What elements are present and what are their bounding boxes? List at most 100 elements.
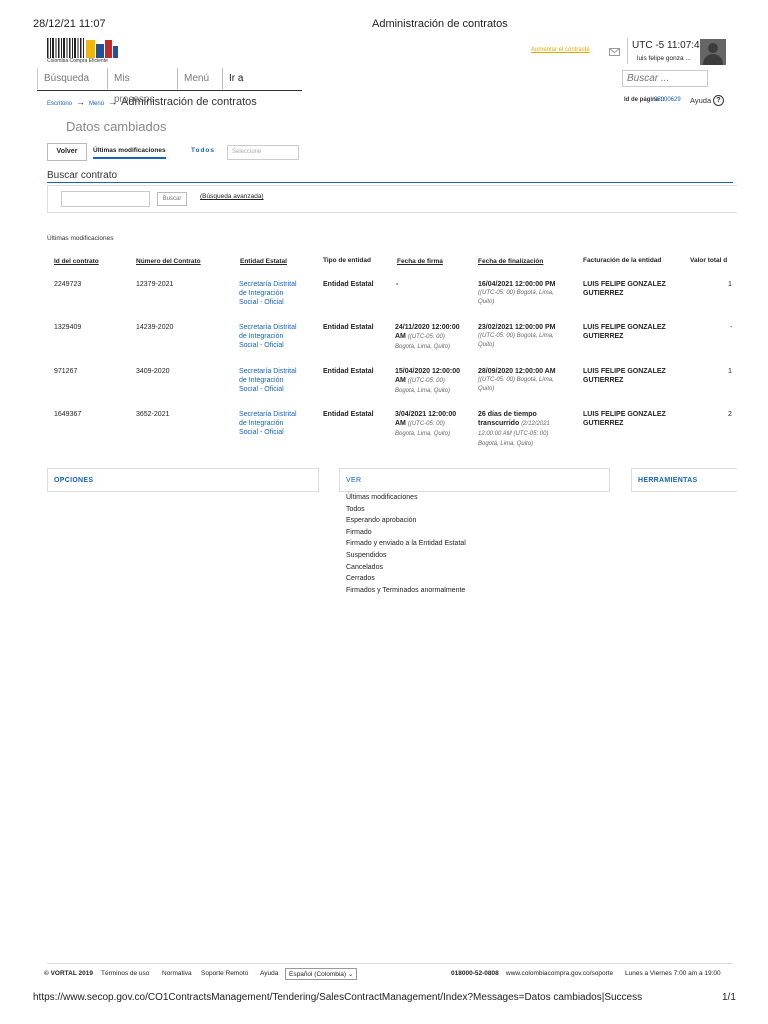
row3-number: 3409-2020 [136,368,170,375]
help-link[interactable]: Ayuda [690,96,711,105]
nav-mis-procesos[interactable]: Mis procesos [107,68,177,105]
back-button[interactable]: Volver [47,143,87,161]
colombia-compra-logo[interactable]: Colombia Compra Eficiente [47,38,119,66]
col-header-billing: Facturación de la entidad [583,257,662,264]
row4-entity[interactable]: Secretaría Distrital de Integración Soci… [239,410,303,437]
tab-last-modifications[interactable]: Últimas modificaciones [93,147,166,159]
footer-support-url[interactable]: www.colombiacompra.gov.co/soporte [506,970,613,977]
options-panel[interactable]: OPCIONES [47,468,319,492]
view-list: Últimas modificaciones Todos Esperando a… [346,492,466,596]
col-header-sign-date[interactable]: Fecha de firma [397,258,443,265]
footer-divider [47,963,733,964]
advanced-search-link[interactable]: (Búsqueda avanzada) [200,193,264,200]
view-item-last-modifications[interactable]: Últimas modificaciones [346,492,466,504]
row3-billing: LUIS FELIPE GONZALEZ GUTIERREZ [583,368,666,384]
row2-billing: LUIS FELIPE GONZALEZ GUTIERREZ [583,324,666,340]
view-item-suspended[interactable]: Suspendidos [346,550,466,562]
language-label: Español (Colombia) [289,971,347,978]
col-header-type: Tipo de entidad [323,257,371,264]
top-search-input[interactable] [622,70,708,87]
row3-entity[interactable]: Secretaría Distrital de Integración Soci… [239,367,303,394]
view-panel[interactable]: VER [339,468,610,492]
view-item-all[interactable]: Todos [346,504,466,516]
contrast-link[interactable]: Aumentar el contraste [531,47,590,53]
row1-entity[interactable]: Secretaría Distrital de Integración Soci… [239,280,303,307]
header-divider [627,38,628,64]
row3-end-note: ((UTC-05: 00) Bogotá, Lima, Quito) [478,377,554,392]
state-select[interactable]: Seleccione [227,145,299,160]
col-header-number[interactable]: Número del Contrato [136,258,201,265]
tab-all[interactable]: Todos [191,147,215,154]
col-header-entity[interactable]: Entidad Estatal [240,258,287,265]
nav-ir-a[interactable]: Ir a [222,68,302,89]
print-url: https://www.secop.gov.co/CO1ContractsMan… [33,992,643,1003]
tools-panel[interactable]: HERRAMIENTAS [631,468,737,492]
view-item-terminated[interactable]: Firmados y Terminados anormalmente [346,585,466,597]
logo-label: Colombia Compra Eficiente [47,58,108,64]
arrow-right-icon: → [76,97,86,107]
footer-remote-support-link[interactable]: Soporte Remoto [201,970,248,977]
row2-end-note: ((UTC-05: 00) Bogotá, Lima, Quito) [478,333,554,348]
footer-copyright: © VORTAL 2019 [44,970,93,977]
row1-number: 12379-2021 [136,281,174,288]
avatar-body-icon [703,54,723,65]
search-divider [47,182,733,183]
user-name[interactable]: luis felipe gonza ... [637,55,691,62]
row4-number: 3652-2021 [136,411,170,418]
utc-clock: UTC -5 11:07:44 [632,40,706,51]
row3-id[interactable]: 971267 [54,367,77,376]
print-title: Administración de contratos [372,18,508,30]
row1-type: Entidad Estatal [323,281,374,288]
col-header-end-date[interactable]: Fecha de finalización [478,258,543,265]
footer-terms-link[interactable]: Términos de uso [101,970,149,977]
row3-type: Entidad Estatal [323,368,374,375]
print-datetime: 28/12/21 11:07 [33,18,106,30]
avatar-head-icon [708,43,718,53]
col-header-id[interactable]: Id del contrato [54,258,99,265]
row4-sign: 3/04/2021 12:00:00 AM ((UTC-05: 00) Bogo… [395,410,467,439]
footer-rules-link[interactable]: Normativa [162,970,192,977]
nav-busqueda[interactable]: Búsqueda [37,68,107,89]
breadcrumb-menu[interactable]: Menú [89,101,104,107]
row2-number: 14239-2020 [136,324,174,331]
row3-end: 28/09/2020 12:00:00 AM ((UTC-05: 00) Bogo… [478,367,570,394]
logo-barcode-icon [47,38,118,58]
row2-entity[interactable]: Secretaría Distrital de Integración Soci… [239,323,303,350]
view-item-closed[interactable]: Cerrados [346,573,466,585]
search-contract-title: Buscar contrato [47,170,118,181]
row3-sign: 15/04/2020 12:00:00 AM ((UTC-05: 00) Bog… [395,367,467,396]
row1-id[interactable]: 2249723 [54,280,81,289]
row1-sign: - [396,281,399,288]
breadcrumb-home[interactable]: Escritorio [47,101,72,107]
row3-end-date: 28/09/2020 12:00:00 AM [478,368,556,375]
contract-search-input[interactable] [61,191,150,207]
nav-menu[interactable]: Menú [177,68,222,89]
chevron-down-icon: ⌄ [347,971,354,978]
table-caption: Últimas modificaciones [47,235,114,242]
row2-id[interactable]: 1329409 [54,323,81,332]
row1-end-date: 16/04/2021 12:00:00 PM [478,281,556,288]
row4-billing: LUIS FELIPE GONZALEZ GUTIERREZ [583,411,666,427]
row4-end: 26 días de tiempo transcurrido (2/12/202… [478,410,564,449]
row1-billing: LUIS FELIPE GONZALEZ GUTIERREZ [583,281,666,297]
row2-sign: 24/11/2020 12:00:00 AM ((UTC-05: 00) Bog… [395,323,467,352]
row2-value: - [730,324,733,331]
row1-end-note: ((UTC-05: 00) Bogotá, Lima, Quito) [478,290,554,305]
mail-icon[interactable] [609,48,620,56]
view-item-awaiting-approval[interactable]: Esperando aprobación [346,515,466,527]
footer-help-link[interactable]: Ayuda [260,970,278,977]
row4-value: 2 [728,411,732,418]
row3-value: 1 [728,368,732,375]
view-item-signed[interactable]: Firmado [346,527,466,539]
search-panel [47,185,737,213]
view-item-signed-sent[interactable]: Firmado y enviado a la Entidad Estatal [346,538,466,550]
language-select[interactable]: Español (Colombia) ⌄ [285,968,358,980]
footer-phone: 018000-52-0808 [451,970,499,977]
search-button[interactable]: Buscar [157,192,187,206]
help-icon[interactable]: ? [713,95,724,106]
row4-id[interactable]: 1649367 [54,410,81,419]
view-item-cancelled[interactable]: Cancelados [346,562,466,574]
section-title: Datos cambiados [66,119,167,134]
avatar[interactable] [700,39,726,65]
breadcrumb: Escritorio → Menú → Administración de co… [47,96,257,108]
